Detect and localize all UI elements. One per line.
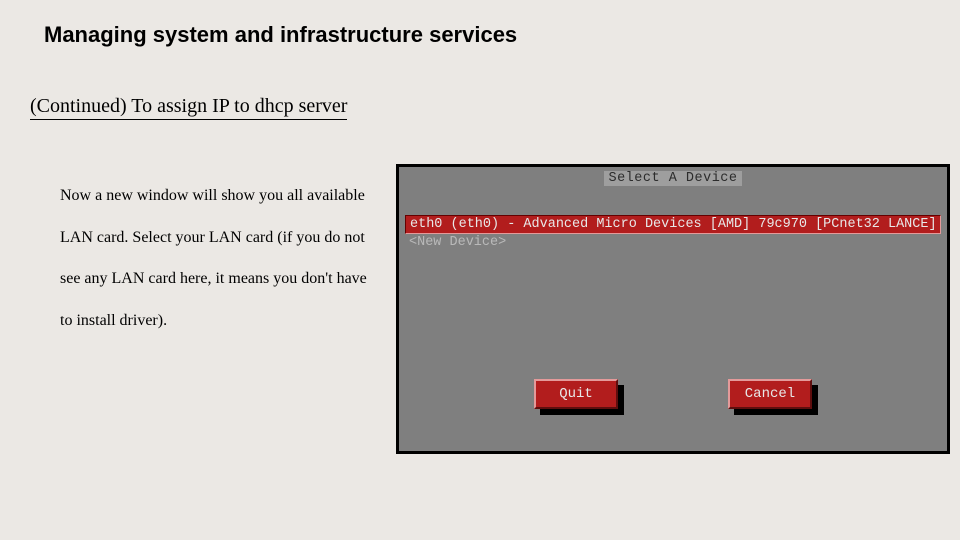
slide-title: Managing system and infrastructure servi…: [44, 22, 517, 48]
terminal-button-row: Quit Cancel: [399, 379, 947, 409]
terminal-heading-row: Select A Device: [399, 171, 947, 186]
body-paragraph: Now a new window will show you all avail…: [60, 175, 380, 341]
quit-button[interactable]: Quit: [534, 379, 618, 409]
device-item-new-device[interactable]: <New Device>: [405, 234, 941, 251]
quit-button-label: Quit: [559, 386, 593, 402]
device-list: eth0 (eth0) - Advanced Micro Devices [AM…: [405, 215, 941, 251]
slide: Managing system and infrastructure servi…: [0, 0, 960, 540]
terminal-screenshot: Select A Device eth0 (eth0) - Advanced M…: [396, 164, 950, 454]
cancel-button-face: Cancel: [728, 379, 812, 409]
cancel-button-label: Cancel: [745, 386, 795, 402]
terminal-heading: Select A Device: [604, 171, 741, 186]
cancel-button[interactable]: Cancel: [728, 379, 812, 409]
quit-button-face: Quit: [534, 379, 618, 409]
device-item-eth0[interactable]: eth0 (eth0) - Advanced Micro Devices [AM…: [405, 215, 941, 234]
terminal-window: Select A Device eth0 (eth0) - Advanced M…: [398, 166, 948, 452]
slide-subtitle: (Continued) To assign IP to dhcp server: [30, 95, 347, 120]
